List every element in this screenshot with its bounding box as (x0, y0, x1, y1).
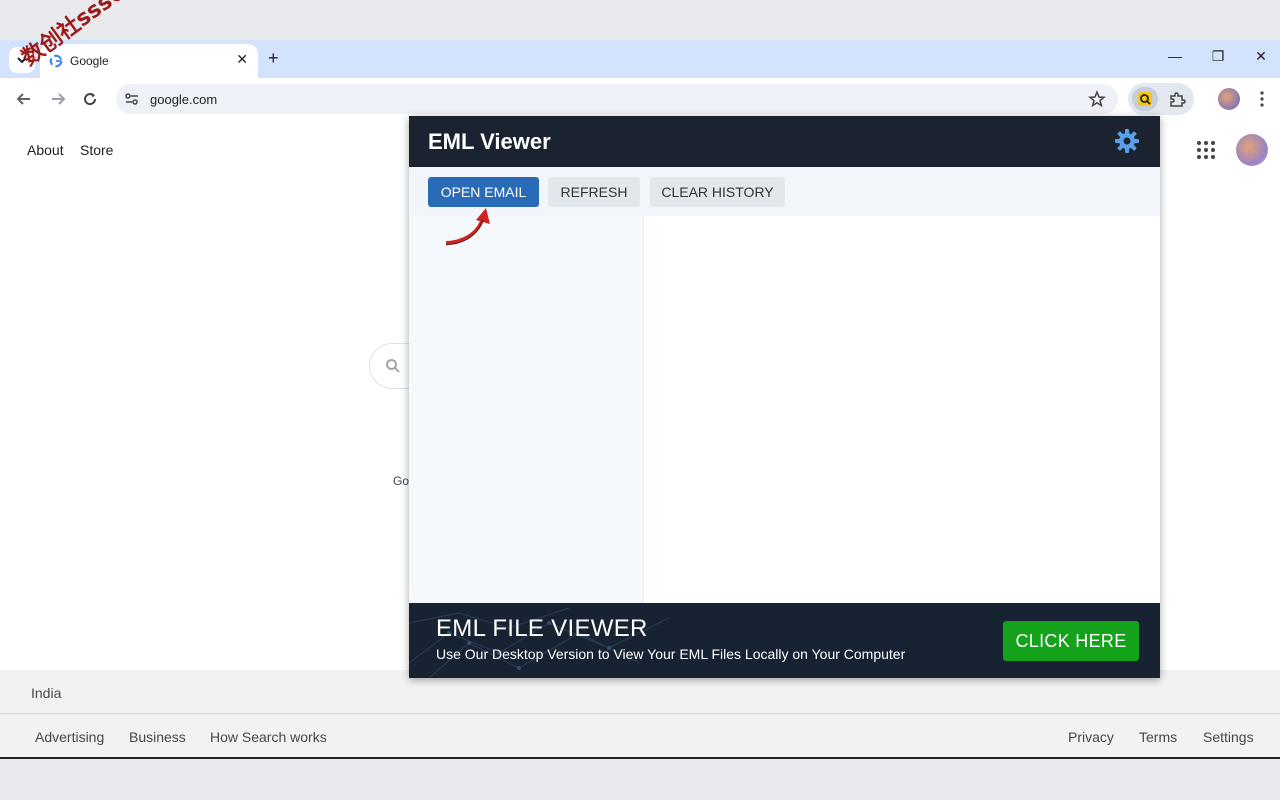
search-icon (386, 359, 400, 373)
clear-history-button[interactable]: CLEAR HISTORY (650, 177, 785, 207)
kebab-menu-icon[interactable] (1256, 90, 1268, 108)
footer-country: India (31, 685, 62, 701)
email-list-pane[interactable] (409, 216, 644, 603)
store-link[interactable]: Store (80, 142, 113, 158)
browser-toolbar: google.com (0, 78, 1280, 120)
new-tab-icon[interactable]: + (268, 48, 279, 69)
profile-avatar-small[interactable] (1218, 88, 1240, 110)
gear-icon[interactable] (1114, 128, 1140, 154)
click-here-button[interactable]: CLICK HERE (1003, 621, 1139, 661)
eml-viewer-extension-button[interactable] (1132, 87, 1158, 111)
screen-top-bar (0, 0, 1280, 40)
tab-strip: Google ✕ + — ❐ ✕ (0, 40, 1280, 78)
footer-link-settings[interactable]: Settings (1203, 729, 1254, 745)
address-text: google.com (150, 92, 218, 107)
email-preview-pane (645, 216, 1160, 603)
eml-viewer-popup: EML Viewer OPEN EMAIL REFRESH CLEAR HIST… (409, 116, 1160, 678)
partial-google-text: Go (393, 474, 410, 488)
bookmark-star-icon[interactable] (1088, 90, 1106, 108)
forward-icon[interactable] (48, 89, 68, 109)
popup-button-bar: OPEN EMAIL REFRESH CLEAR HISTORY (409, 167, 1160, 216)
extensions-area (1128, 83, 1194, 115)
footer-link-how-search-works[interactable]: How Search works (210, 729, 327, 745)
pointer-arrow-icon (445, 208, 490, 246)
footer-link-terms[interactable]: Terms (1139, 729, 1177, 745)
footer-link-business[interactable]: Business (129, 729, 186, 745)
popup-title: EML Viewer (428, 129, 551, 154)
back-icon[interactable] (14, 89, 34, 109)
google-apps-icon[interactable] (1196, 140, 1216, 160)
footer-links-bar: Advertising Business How Search works Pr… (0, 715, 1280, 759)
banner-title: EML FILE VIEWER (436, 615, 648, 642)
promo-banner: EML FILE VIEWER Use Our Desktop Version … (409, 603, 1160, 678)
restore-icon[interactable]: ❐ (1203, 48, 1233, 65)
footer-link-advertising[interactable]: Advertising (35, 729, 104, 745)
close-window-icon[interactable]: ✕ (1246, 48, 1276, 65)
banner-subtitle: Use Our Desktop Version to View Your EML… (436, 646, 906, 662)
footer-link-privacy[interactable]: Privacy (1068, 729, 1114, 745)
eml-extension-icon (1138, 92, 1152, 106)
puzzle-extensions-icon[interactable] (1168, 91, 1186, 109)
popup-header: EML Viewer (409, 116, 1160, 167)
tab-google[interactable]: Google ✕ (40, 44, 258, 78)
refresh-button[interactable]: REFRESH (548, 177, 640, 207)
about-link[interactable]: About (27, 142, 64, 158)
tab-title: Google (70, 54, 109, 68)
open-email-button[interactable]: OPEN EMAIL (428, 177, 539, 207)
reload-icon[interactable] (80, 89, 100, 109)
address-bar[interactable]: google.com (116, 84, 1118, 114)
profile-avatar[interactable] (1236, 134, 1268, 166)
minimize-icon[interactable]: — (1160, 48, 1190, 64)
site-settings-icon[interactable] (124, 91, 140, 107)
close-tab-icon[interactable]: ✕ (236, 51, 248, 68)
